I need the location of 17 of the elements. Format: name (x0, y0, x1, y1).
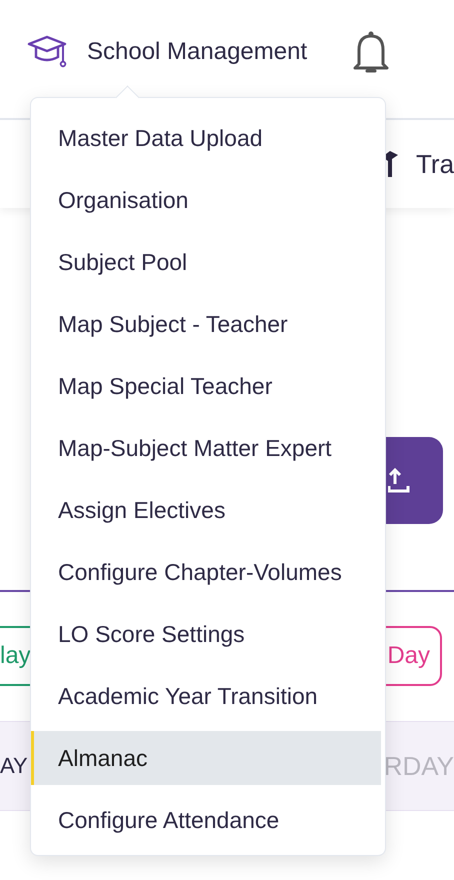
weekday-label: RDAY (384, 750, 454, 782)
menu-item[interactable]: Organisation (31, 173, 381, 227)
card-label: Tra (416, 148, 454, 180)
menu-item[interactable]: Map Special Teacher (31, 359, 381, 413)
weekday-label: AY (0, 753, 28, 779)
menu-item[interactable]: Map Subject - Teacher (31, 297, 381, 351)
menu-item[interactable]: Configure Attendance (31, 793, 381, 847)
menu-item[interactable]: Map-Subject Matter Expert (31, 421, 381, 475)
upload-icon (388, 468, 410, 494)
menu-item[interactable]: Configure Chapter-Volumes (31, 545, 381, 599)
menu-item[interactable]: Master Data Upload (31, 111, 381, 165)
menu-item[interactable]: Almanac (31, 731, 381, 785)
graduation-cap-icon (27, 34, 67, 70)
menu-item[interactable]: Assign Electives (31, 483, 381, 537)
app-title[interactable]: School Management (87, 38, 308, 66)
menu-item[interactable]: Subject Pool (31, 235, 381, 289)
bell-icon[interactable] (351, 30, 392, 74)
